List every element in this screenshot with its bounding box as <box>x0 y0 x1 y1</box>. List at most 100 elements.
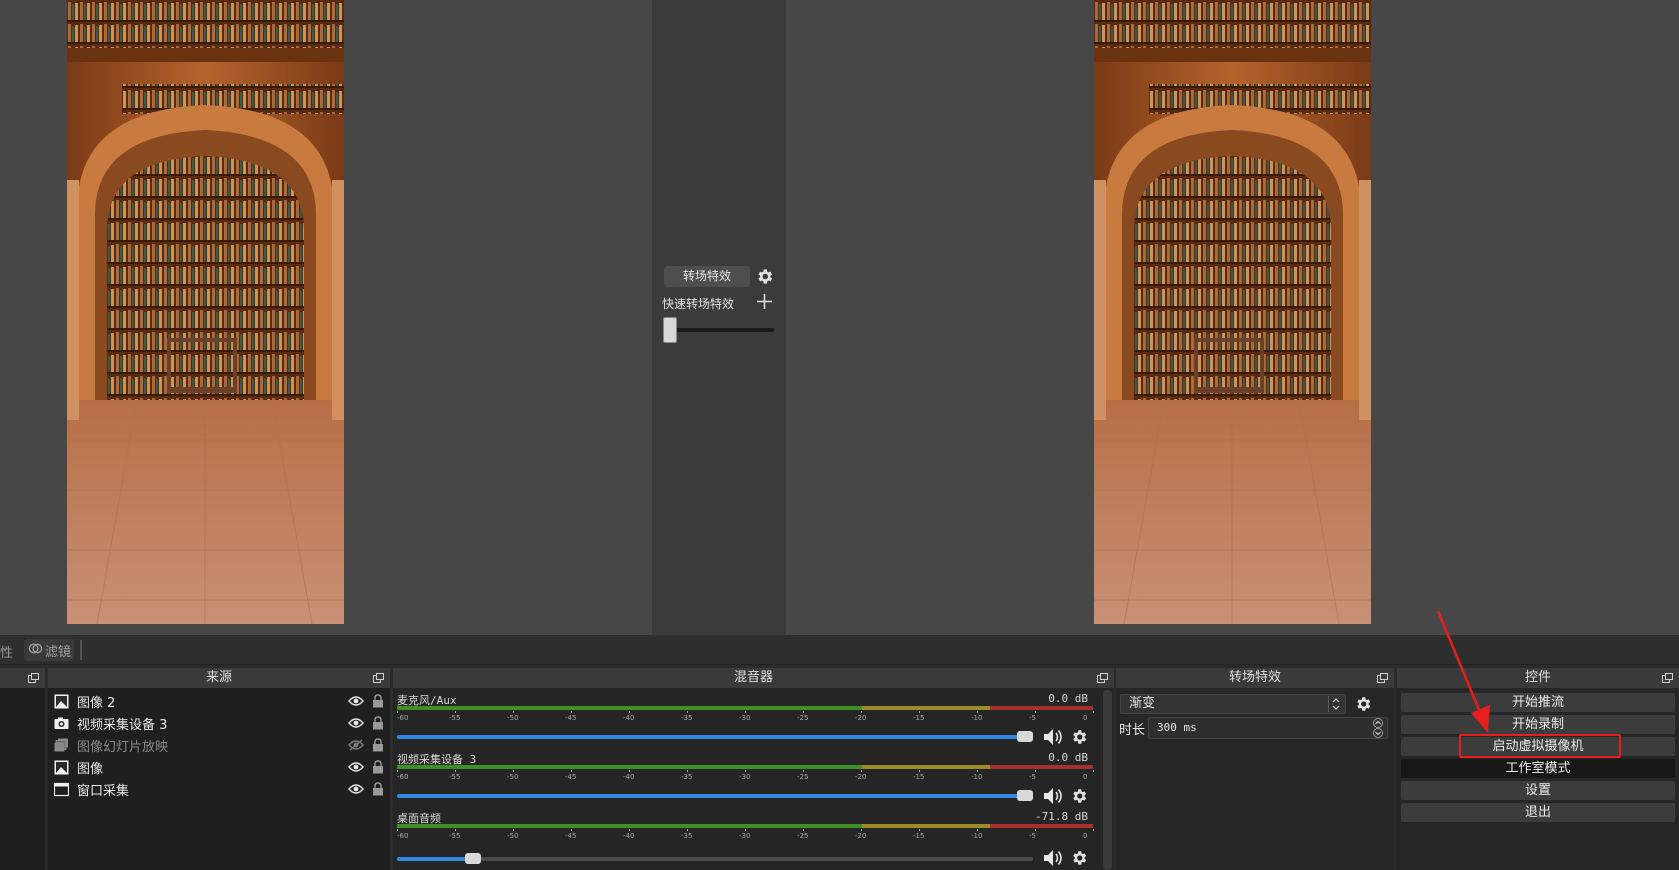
lock-icon[interactable] <box>372 716 384 730</box>
meter-tick-label: -60 <box>397 714 409 722</box>
plus-icon[interactable] <box>756 293 773 310</box>
volume-fill <box>397 857 474 861</box>
duration-input[interactable]: 300 ms <box>1148 717 1388 739</box>
lock-icon[interactable] <box>372 694 384 708</box>
tab-properties[interactable]: 性 <box>0 642 13 661</box>
lock-icon[interactable] <box>372 760 384 774</box>
sources-dock: 来源 图像 2 视频采集设备 3 图像幻灯片放映 图像 窗口采集 <box>48 668 390 870</box>
eye-icon[interactable] <box>348 695 364 707</box>
transitions-dock: 转场特效 渐变 时长 300 ms <box>1116 668 1394 870</box>
scenes-dock-header <box>0 668 45 688</box>
float-dock-icon[interactable] <box>1097 673 1108 683</box>
updown-arrow-icon[interactable] <box>1328 696 1342 712</box>
tab-divider <box>80 640 82 660</box>
lock-icon[interactable] <box>372 782 384 796</box>
sources-title: 来源 <box>205 670 232 685</box>
filter-icon <box>28 641 43 659</box>
gear-icon[interactable] <box>1070 728 1088 746</box>
volume-slider[interactable] <box>397 853 1033 864</box>
meter-tick <box>397 711 398 713</box>
eye-hidden-icon[interactable] <box>348 739 364 751</box>
meter-tick <box>455 829 456 831</box>
float-dock-icon[interactable] <box>28 673 39 683</box>
speaker-icon[interactable] <box>1042 848 1064 868</box>
source-item[interactable]: 图像 2 <box>48 690 390 712</box>
meter-tick <box>687 770 688 772</box>
channel-db-value: 0.0 dB <box>1048 692 1088 705</box>
meter-tick-label: -15 <box>913 832 925 840</box>
float-dock-icon[interactable] <box>1662 673 1673 683</box>
volume-fill <box>397 735 1025 739</box>
annotation-highlight-box <box>1459 734 1621 758</box>
eye-icon[interactable] <box>348 717 364 729</box>
studio-mode-button[interactable]: 工作室模式 <box>1401 759 1675 778</box>
tab-filters[interactable]: 滤镜 <box>24 639 74 661</box>
source-name: 图像 2 <box>77 695 116 711</box>
meter-tick-label: -15 <box>913 773 925 781</box>
meter-tick <box>1093 829 1094 831</box>
meter-tick-label: -5 <box>1029 714 1036 722</box>
t-bar-handle[interactable] <box>663 317 677 343</box>
settings-button[interactable]: 设置 <box>1401 781 1675 800</box>
transitions-dock-header: 转场特效 <box>1116 668 1394 688</box>
speaker-icon[interactable] <box>1042 727 1064 747</box>
meter-tick <box>397 829 398 831</box>
slideshow-icon <box>54 738 68 751</box>
meter-tick <box>1093 770 1094 772</box>
meter-tick <box>977 770 978 772</box>
transition-select[interactable]: 渐变 <box>1120 694 1346 714</box>
meter-tick <box>513 829 514 831</box>
volume-slider[interactable] <box>397 731 1033 742</box>
float-dock-icon[interactable] <box>373 673 384 683</box>
meter-tick <box>629 770 630 772</box>
meter-tick <box>629 829 630 831</box>
window-icon <box>54 782 69 796</box>
mixer-title: 混音器 <box>733 670 773 685</box>
meter-tick <box>455 770 456 772</box>
volume-handle[interactable] <box>465 853 482 864</box>
channel-db-value: 0.0 dB <box>1048 751 1088 764</box>
duration-label: 时长 <box>1119 723 1146 738</box>
gear-icon[interactable] <box>755 267 774 286</box>
exit-button[interactable]: 退出 <box>1401 803 1675 822</box>
meter-tick-label: 0 <box>1083 773 1088 781</box>
eye-icon[interactable] <box>348 761 364 773</box>
source-item[interactable]: 图像 <box>48 756 390 778</box>
meter-tick <box>861 770 862 772</box>
meter-tick <box>397 770 398 772</box>
volume-slider[interactable] <box>397 790 1033 801</box>
mixer-dock: 混音器 麦克风/Aux 0.0 dB -60 -55 -50 -45 -40 -35 -30… <box>393 668 1114 870</box>
lock-icon[interactable] <box>372 738 384 752</box>
source-item[interactable]: 窗口采集 <box>48 778 390 800</box>
volume-handle[interactable] <box>1017 790 1033 801</box>
eye-icon[interactable] <box>348 783 364 795</box>
source-name: 图像幻灯片放映 <box>77 739 169 755</box>
mixer-scrollbar[interactable] <box>1103 690 1112 870</box>
speaker-icon[interactable] <box>1042 786 1064 806</box>
source-item[interactable]: 视频采集设备 3 <box>48 712 390 734</box>
meter-tick-label: -25 <box>797 773 809 781</box>
program-scene-image <box>1094 0 1371 624</box>
meter-tick <box>977 711 978 713</box>
meter-tick <box>861 711 862 713</box>
source-item[interactable]: 图像幻灯片放映 <box>48 734 390 756</box>
meter-tick-label: -30 <box>739 832 751 840</box>
gear-icon[interactable] <box>1070 787 1088 805</box>
source-name: 图像 <box>77 761 104 777</box>
meter-tick <box>1035 829 1036 831</box>
meter-tick-label: -40 <box>623 773 635 781</box>
meter-tick-label: -50 <box>507 714 519 722</box>
float-dock-icon[interactable] <box>1377 673 1388 683</box>
dock-tab-strip <box>0 635 1679 665</box>
volume-handle[interactable] <box>1017 731 1033 742</box>
meter-tick-label: -10 <box>971 832 983 840</box>
transition-button[interactable]: 转场特效 <box>664 266 750 287</box>
gear-icon[interactable] <box>1070 849 1088 867</box>
level-meter <box>397 765 1093 769</box>
spinner-arrows-icon[interactable] <box>1370 718 1386 738</box>
meter-tick <box>571 711 572 713</box>
source-name: 窗口采集 <box>77 783 130 799</box>
gear-icon[interactable] <box>1354 695 1372 713</box>
meter-tick-label: -40 <box>623 832 635 840</box>
t-bar-track[interactable] <box>664 328 774 332</box>
